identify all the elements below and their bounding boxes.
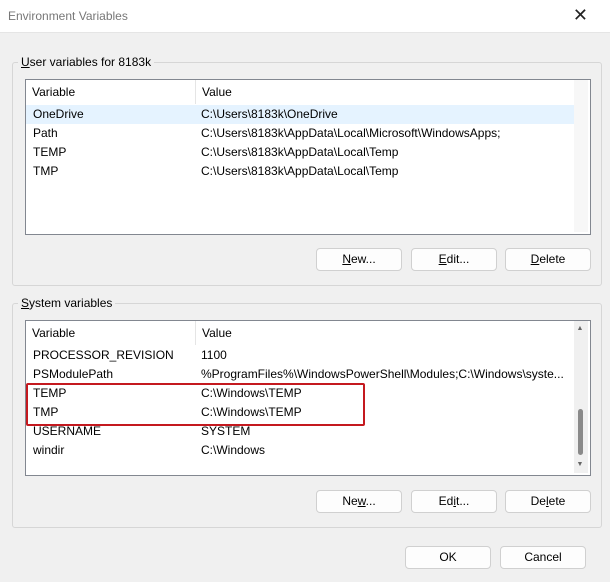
- table-row[interactable]: OneDrive C:\Users\8183k\OneDrive: [26, 105, 574, 124]
- list-header: Variable Value: [26, 80, 590, 104]
- value-cell: C:\Users\8183k\AppData\Local\Temp: [201, 164, 399, 178]
- user-list-scrollbar[interactable]: [574, 80, 588, 232]
- table-row[interactable]: PROCESSOR_REVISION 1100: [26, 346, 574, 365]
- value-cell: C:\Users\8183k\AppData\Local\Temp: [201, 145, 399, 159]
- table-row[interactable]: TMP C:\Windows\TEMP: [26, 403, 574, 422]
- value-cell: C:\Users\8183k\OneDrive: [201, 107, 338, 121]
- system-variables-label: System variables: [18, 296, 116, 310]
- value-cell: C:\Windows\TEMP: [201, 386, 302, 400]
- user-edit-button[interactable]: Edit...: [411, 248, 497, 271]
- table-row[interactable]: TEMP C:\Windows\TEMP: [26, 384, 574, 403]
- system-new-button[interactable]: New...: [316, 490, 402, 513]
- variable-cell: USERNAME: [33, 424, 102, 438]
- table-row[interactable]: USERNAME SYSTEM: [26, 422, 574, 441]
- window-title: Environment Variables: [8, 9, 128, 23]
- value-cell: C:\Users\8183k\AppData\Local\Microsoft\W…: [201, 126, 501, 140]
- value-cell: C:\Windows\TEMP: [201, 405, 302, 419]
- system-edit-button[interactable]: Edit...: [411, 490, 497, 513]
- variable-cell: Path: [33, 126, 58, 140]
- system-list-scrollbar[interactable]: ▲ ▼: [574, 321, 588, 473]
- scroll-up-arrow-icon[interactable]: ▲: [574, 323, 586, 335]
- close-icon[interactable]: ✕: [573, 6, 588, 24]
- column-header-variable[interactable]: Variable: [26, 80, 196, 104]
- column-header-variable[interactable]: Variable: [26, 321, 196, 345]
- user-delete-button[interactable]: Delete: [505, 248, 591, 271]
- list-header: Variable Value: [26, 321, 590, 345]
- system-variables-list[interactable]: Variable Value PROCESSOR_REVISION 1100 P…: [25, 320, 591, 476]
- table-row[interactable]: TMP C:\Users\8183k\AppData\Local\Temp: [26, 162, 574, 181]
- value-cell: SYSTEM: [201, 424, 251, 438]
- user-variables-label: User variables for 8183k: [18, 55, 155, 69]
- title-bar: Environment Variables ✕: [0, 0, 610, 33]
- variable-cell: TEMP: [33, 145, 67, 159]
- variable-cell: windir: [33, 443, 65, 457]
- cancel-button[interactable]: Cancel: [500, 546, 586, 569]
- table-row[interactable]: PSModulePath %ProgramFiles%\WindowsPower…: [26, 365, 574, 384]
- system-delete-button[interactable]: Delete: [505, 490, 591, 513]
- table-row[interactable]: TEMP C:\Users\8183k\AppData\Local\Temp: [26, 143, 574, 162]
- user-new-button[interactable]: New...: [316, 248, 402, 271]
- value-cell: %ProgramFiles%\WindowsPowerShell\Modules…: [201, 367, 564, 381]
- user-variables-list[interactable]: Variable Value OneDrive C:\Users\8183k\O…: [25, 79, 591, 235]
- value-cell: 1100: [201, 348, 227, 362]
- variable-cell: PSModulePath: [33, 367, 114, 381]
- table-row[interactable]: Path C:\Users\8183k\AppData\Local\Micros…: [26, 124, 574, 143]
- column-header-value[interactable]: Value: [196, 321, 574, 345]
- variable-cell: PROCESSOR_REVISION: [33, 348, 174, 362]
- variable-cell: TEMP: [33, 386, 67, 400]
- scroll-down-arrow-icon[interactable]: ▼: [574, 459, 586, 471]
- variable-cell: TMP: [33, 405, 59, 419]
- ok-button[interactable]: OK: [405, 546, 491, 569]
- variable-cell: TMP: [33, 164, 59, 178]
- scroll-thumb[interactable]: [578, 409, 583, 455]
- value-cell: C:\Windows: [201, 443, 266, 457]
- column-header-value[interactable]: Value: [196, 80, 574, 104]
- table-row[interactable]: windir C:\Windows: [26, 441, 574, 460]
- variable-cell: OneDrive: [33, 107, 84, 121]
